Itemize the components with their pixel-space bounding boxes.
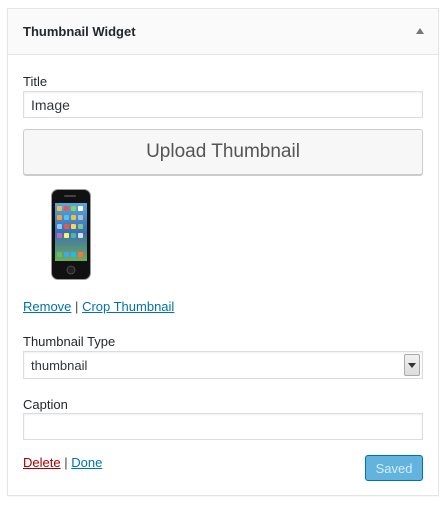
saved-button[interactable]: Saved [365, 455, 423, 481]
caption-input[interactable] [23, 413, 423, 440]
remove-link[interactable]: Remove [23, 299, 71, 314]
image-actions: Remove | Crop Thumbnail [23, 299, 174, 314]
done-link[interactable]: Done [71, 455, 102, 470]
thumbnail-type-value: thumbnail [31, 358, 88, 373]
title-input[interactable] [23, 91, 423, 118]
iphone-image [51, 189, 91, 280]
dropdown-arrow-button[interactable] [404, 354, 420, 376]
delete-link[interactable]: Delete [23, 455, 61, 470]
widget-panel: Thumbnail Widget Title Upload Thumbnail [7, 8, 439, 496]
link-separator: | [75, 299, 79, 314]
crop-thumbnail-link[interactable]: Crop Thumbnail [82, 299, 174, 314]
thumbnail-type-select[interactable]: thumbnail [23, 351, 423, 379]
widget-header[interactable]: Thumbnail Widget [8, 9, 438, 55]
chevron-down-icon [408, 362, 416, 368]
upload-thumbnail-button[interactable]: Upload Thumbnail [23, 129, 423, 175]
thumbnail-type-label: Thumbnail Type [23, 334, 116, 349]
title-label: Title [23, 74, 48, 89]
widget-control-actions: Delete | Done [23, 455, 102, 470]
caret-up-icon [416, 28, 424, 34]
widget-title: Thumbnail Widget [23, 24, 136, 39]
caption-label: Caption [23, 397, 68, 412]
action-separator: | [64, 455, 68, 470]
collapse-toggle-button[interactable] [410, 21, 430, 41]
